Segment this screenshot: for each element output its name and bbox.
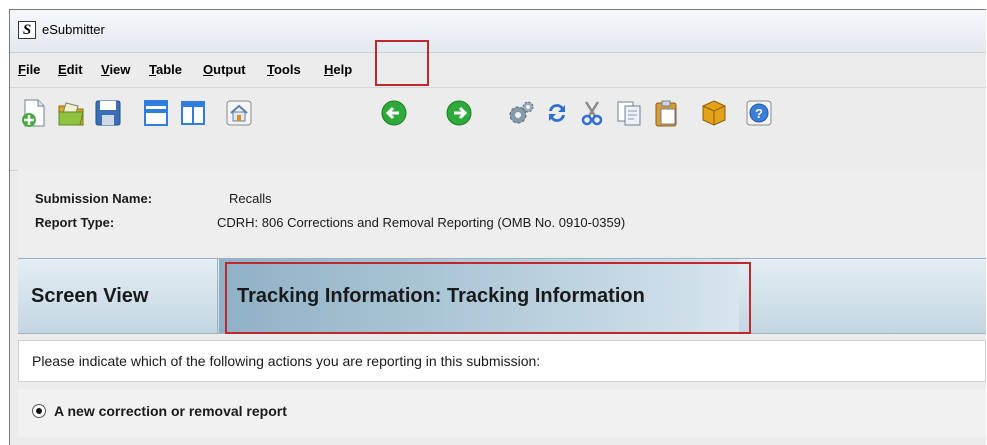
report-type-label: Report Type: — [35, 215, 115, 230]
help-icon[interactable]: ? — [743, 97, 775, 129]
back-arrow-icon[interactable] — [378, 97, 410, 129]
submission-info-panel: Submission Name: Recalls Report Type: CD… — [18, 170, 986, 256]
question-text: Please indicate which of the following a… — [32, 353, 541, 369]
window-split-icon[interactable] — [177, 97, 209, 129]
menu-table[interactable]: Table — [149, 62, 182, 77]
question-box: Please indicate which of the following a… — [18, 340, 986, 382]
menu-output[interactable]: Output — [203, 62, 246, 77]
tracking-title-highlight — [225, 262, 751, 334]
menu-bar: File Edit View Table Output Tools Help — [10, 53, 986, 88]
svg-text:?: ? — [755, 106, 763, 121]
submission-name-value: Recalls — [229, 191, 272, 206]
menu-file[interactable]: File — [18, 62, 40, 77]
package-icon[interactable] — [698, 97, 730, 129]
menu-tools[interactable]: Tools — [267, 62, 301, 77]
new-report-radio[interactable] — [32, 404, 46, 418]
radio-selected-dot — [36, 408, 42, 414]
paste-icon[interactable] — [650, 97, 682, 129]
new-report-label[interactable]: A new correction or removal report — [54, 403, 287, 419]
title-bar: S eSubmitter — [10, 10, 986, 53]
window-cascade-icon[interactable] — [140, 97, 172, 129]
copy-icon[interactable] — [613, 97, 645, 129]
toolbar: ? — [10, 88, 986, 171]
menu-edit[interactable]: Edit — [58, 62, 83, 77]
report-type-value: CDRH: 806 Corrections and Removal Report… — [217, 215, 626, 230]
window-title: eSubmitter — [42, 22, 105, 37]
settings-gears-icon[interactable] — [505, 97, 537, 129]
back-button-highlight — [375, 40, 429, 86]
app-logo-icon: S — [18, 21, 36, 39]
forward-arrow-icon[interactable] — [443, 97, 475, 129]
screen-view-label: Screen View — [31, 285, 149, 307]
menu-view[interactable]: View — [101, 62, 130, 77]
submission-name-label: Submission Name: — [35, 191, 153, 206]
app-window: S eSubmitter File Edit View Table Output… — [9, 9, 986, 445]
refresh-icon[interactable] — [541, 97, 573, 129]
cut-icon[interactable] — [576, 97, 608, 129]
save-icon[interactable] — [92, 97, 124, 129]
header-divider — [217, 259, 218, 333]
home-icon[interactable] — [223, 97, 255, 129]
option-row[interactable]: A new correction or removal report — [18, 389, 986, 437]
open-folder-icon[interactable] — [55, 97, 87, 129]
new-document-icon[interactable] — [18, 97, 50, 129]
menu-help[interactable]: Help — [324, 62, 352, 77]
